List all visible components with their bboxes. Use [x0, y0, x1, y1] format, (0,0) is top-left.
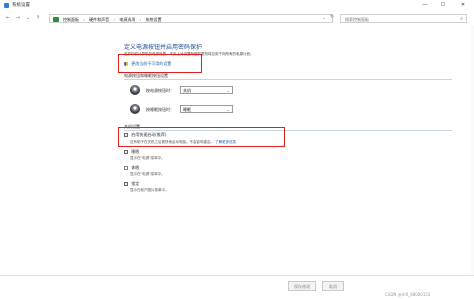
- chevron-down-icon: ⌄: [226, 88, 230, 93]
- hibernate-checkbox[interactable]: [124, 166, 128, 170]
- footer: 保存修改 取消 CSDN @m0_68000153: [0, 275, 474, 299]
- sleep-description: 显示在"电源"菜单中。: [130, 156, 165, 160]
- page-title: 定义电源按钮并启用密码保护: [124, 44, 203, 51]
- control-panel-icon: [4, 3, 9, 8]
- control-panel-folder-icon: [53, 16, 59, 22]
- search-icon[interactable]: ⌕: [460, 16, 463, 22]
- breadcrumb-separator: ›: [139, 16, 142, 22]
- refresh-icon[interactable]: ↻: [330, 14, 334, 20]
- breadcrumb-separator: ›: [113, 16, 116, 22]
- section-divider: [124, 79, 452, 80]
- lock-checkbox[interactable]: [124, 182, 128, 186]
- breadcrumb-control-panel[interactable]: 控制面板: [63, 17, 79, 23]
- lock-option[interactable]: 锁定: [124, 181, 139, 187]
- main-content: 定义电源按钮并启用密码保护 选择你的计算机的电源设置，本页上对设置所做的更改将应…: [0, 25, 474, 275]
- hibernate-label: 休眠: [131, 165, 140, 170]
- minimize-button[interactable]: —: [418, 0, 432, 11]
- power-button-value: 关机: [183, 88, 191, 93]
- highlight-box-link: [118, 54, 202, 73]
- search-box[interactable]: ⌕: [340, 14, 467, 23]
- sleep-button-icon: [130, 104, 140, 114]
- breadcrumb-separator: ›: [83, 16, 85, 22]
- sleep-button-select[interactable]: 睡眠 ⌄: [180, 105, 233, 113]
- sleep-button-value: 睡眠: [183, 107, 191, 112]
- power-button-icon: [130, 85, 140, 95]
- address-dropdown-icon[interactable]: ⌄: [322, 15, 325, 20]
- forward-arrow-icon[interactable]: →: [15, 15, 21, 22]
- recent-chevron-icon[interactable]: ⌄: [25, 15, 31, 22]
- window-title: 系统设置: [12, 3, 30, 8]
- watermark: CSDN @m0_68000153: [385, 292, 431, 297]
- highlight-box-fast-startup: [118, 127, 285, 147]
- back-arrow-icon[interactable]: ←: [5, 15, 11, 22]
- breadcrumb-hardware-sound[interactable]: 硬件和声音: [89, 17, 109, 23]
- cancel-button[interactable]: 取消: [322, 281, 344, 291]
- sleep-checkbox[interactable]: [124, 150, 128, 154]
- maximize-button[interactable]: ☐: [436, 0, 450, 11]
- up-arrow-icon[interactable]: ↑: [35, 15, 41, 22]
- power-button-label: 按电源按钮时：: [146, 88, 174, 93]
- breadcrumb[interactable]: 控制面板 › 硬件和声音 › 电源选项 › 系统设置: [49, 14, 333, 23]
- save-button[interactable]: 保存修改: [288, 281, 316, 291]
- title-bar: 系统设置 — ☐ ✕: [0, 0, 474, 11]
- sleep-option[interactable]: 睡眠: [124, 149, 139, 155]
- power-button-select[interactable]: 关机 ⌄: [180, 86, 233, 94]
- address-bar: ← → ⌄ ↑ 控制面板 › 硬件和声音 › 电源选项 › 系统设置 ⌄ ↻ ⌕: [0, 13, 474, 24]
- hibernate-description: 显示在"电源"菜单中。: [130, 172, 165, 176]
- breadcrumb-system-settings[interactable]: 系统设置: [146, 17, 162, 23]
- sleep-label: 睡眠: [131, 149, 140, 154]
- close-button[interactable]: ✕: [456, 0, 470, 11]
- breadcrumb-power-options[interactable]: 电源选项: [119, 17, 135, 23]
- sleep-button-label: 按睡眠按钮时：: [146, 107, 174, 112]
- hibernate-option[interactable]: 休眠: [124, 165, 139, 171]
- search-input[interactable]: [345, 15, 455, 23]
- chevron-down-icon: ⌄: [226, 107, 230, 112]
- lock-description: 显示在帐户图片菜单中。: [130, 188, 169, 192]
- lock-label: 锁定: [131, 181, 140, 186]
